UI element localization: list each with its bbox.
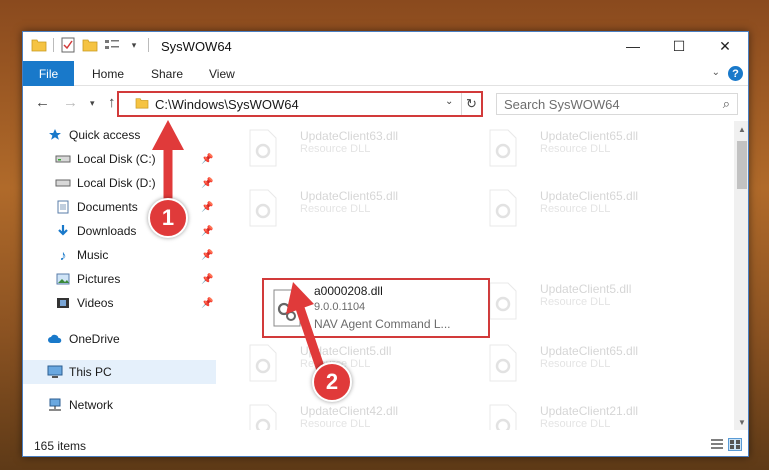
step-1-badge: 1 bbox=[148, 198, 188, 238]
step-2-badge: 2 bbox=[312, 362, 352, 402]
arrow-1-head bbox=[152, 120, 184, 150]
arrow-2 bbox=[295, 303, 327, 378]
tutorial-arrows bbox=[152, 120, 327, 378]
